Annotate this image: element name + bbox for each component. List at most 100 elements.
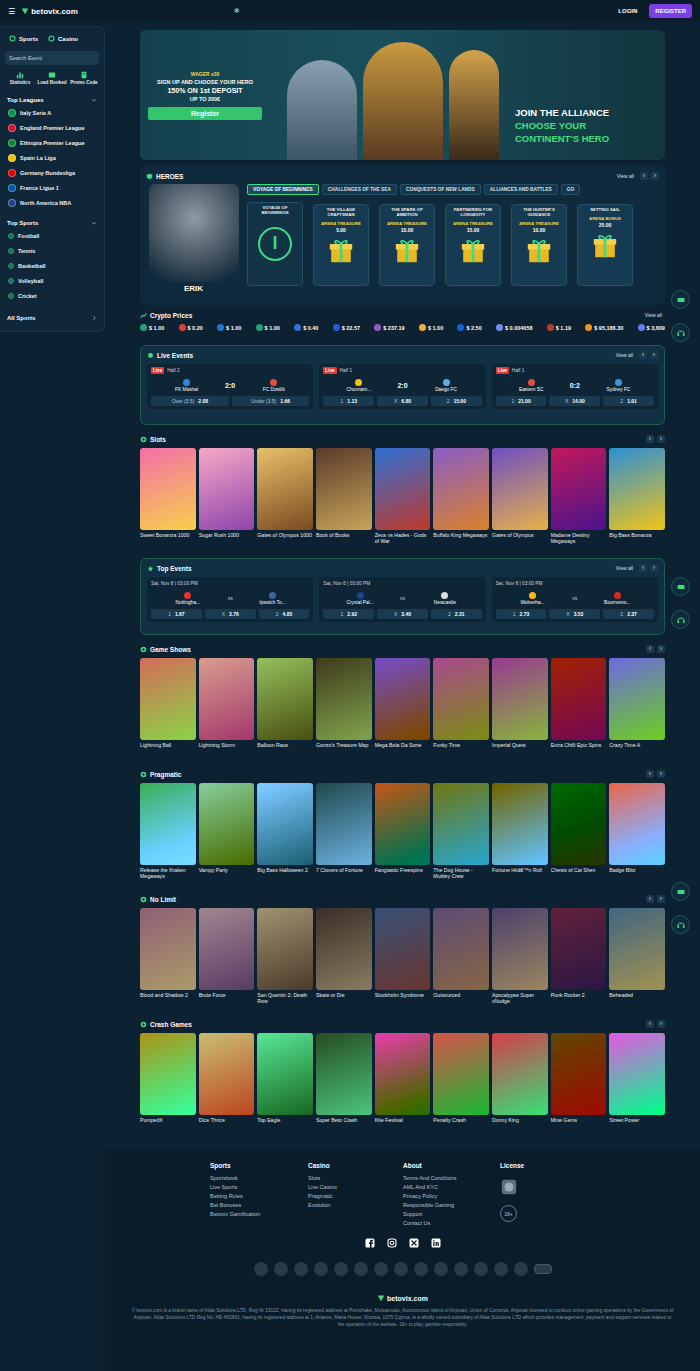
register-button[interactable]: REGISTER bbox=[649, 4, 692, 18]
logo[interactable]: betovix.com bbox=[21, 7, 78, 16]
game-tile[interactable]: Stockholm Syndrome bbox=[375, 908, 431, 1004]
odds-button[interactable]: 24.85 bbox=[259, 609, 310, 619]
game-tile[interactable]: Sugar Rush 1000 bbox=[199, 448, 255, 544]
hero-tab[interactable]: VOYAGE OF BEGINNINGS bbox=[247, 184, 319, 195]
game-tile[interactable]: Release the Kraken Megaways bbox=[140, 783, 196, 879]
odds-button[interactable]: 21.01 bbox=[603, 396, 654, 406]
league-item[interactable]: England Premier League bbox=[5, 120, 99, 135]
coin-price[interactable]: $ 3,609 bbox=[638, 324, 665, 331]
hero-tab[interactable]: CONQUESTS OF NEW LANDS bbox=[400, 184, 481, 195]
odds-button[interactable]: X14.00 bbox=[549, 396, 600, 406]
game-tile[interactable]: Book of Books bbox=[316, 448, 372, 544]
support-button[interactable] bbox=[671, 323, 690, 342]
game-tile[interactable]: 7 Clovers of Fortune bbox=[316, 783, 372, 879]
game-tile[interactable]: Skate or Die bbox=[316, 908, 372, 1004]
footer-link[interactable]: Contact Us bbox=[403, 1220, 500, 1226]
event-card[interactable]: LiveHalf 2FK Mashal2:0FC DostlikOver (3.… bbox=[147, 364, 313, 409]
instagram-icon[interactable] bbox=[387, 1238, 397, 1248]
odds-button[interactable]: X3.40 bbox=[377, 609, 428, 619]
odds-button[interactable]: 22.37 bbox=[603, 609, 654, 619]
game-tile[interactable]: Penalty Crash bbox=[433, 1033, 489, 1123]
toggle-icon[interactable] bbox=[534, 1264, 552, 1274]
league-item[interactable]: France Ligue 1 bbox=[5, 180, 99, 195]
odds-button[interactable]: X3.53 bbox=[549, 609, 600, 619]
carousel-arrow[interactable]: › bbox=[657, 435, 665, 443]
game-tile[interactable]: Outsourced bbox=[433, 908, 489, 1004]
game-tile[interactable]: Kite Festival bbox=[375, 1033, 431, 1123]
carousel-arrow[interactable]: ‹ bbox=[646, 645, 654, 653]
footer-link[interactable]: Pragmatic bbox=[308, 1193, 403, 1199]
quest-card[interactable]: PARTNERING FOR LONGEVITYARENA TREASURE15… bbox=[445, 204, 501, 286]
quest-card[interactable]: THE HUNTER'S GUIDANCEARENA TREASURE10.00 bbox=[511, 204, 567, 286]
carousel-arrow[interactable]: ‹ bbox=[640, 172, 648, 180]
hero-portrait[interactable]: ERIK bbox=[146, 184, 241, 293]
odds-button[interactable]: 121.00 bbox=[496, 396, 547, 406]
coin-price[interactable]: $ 0.40 bbox=[294, 324, 318, 331]
coin-price[interactable]: $ 0.004058 bbox=[496, 324, 533, 331]
sport-item[interactable]: Basketball bbox=[5, 258, 99, 273]
coin-price[interactable]: $ 22.57 bbox=[333, 324, 360, 331]
game-tile[interactable]: Fortune Hitâ€™n Roll bbox=[492, 783, 548, 879]
top-sports-header[interactable]: Top Sports bbox=[5, 218, 99, 228]
odds-button[interactable]: 12.73 bbox=[496, 609, 547, 619]
league-item[interactable]: North America NBA bbox=[5, 195, 99, 210]
betslip-button[interactable] bbox=[671, 290, 690, 309]
sport-item[interactable]: Tennis bbox=[5, 243, 99, 258]
game-tile[interactable]: Badge Blitz bbox=[609, 783, 665, 879]
game-tile[interactable]: The Dog House - Muttley Crew bbox=[433, 783, 489, 879]
game-tile[interactable]: Balloon Race bbox=[257, 658, 313, 748]
carousel-arrow[interactable]: › bbox=[657, 770, 665, 778]
footer-link[interactable]: Betting Rules bbox=[210, 1193, 308, 1199]
support-button[interactable] bbox=[671, 915, 690, 934]
odds-button[interactable]: Under (3.5)1.66 bbox=[232, 396, 310, 406]
game-tile[interactable]: Buffalo King Megaways bbox=[433, 448, 489, 544]
odds-button[interactable]: 22.31 bbox=[431, 609, 482, 619]
game-tile[interactable]: PumpedX bbox=[140, 1033, 196, 1123]
event-card[interactable]: Sat, Nov 8 | 03:00 PMCrystal Pal...vsNew… bbox=[319, 577, 485, 622]
quest-card[interactable]: VOYAGE OF BEGINNINGSI bbox=[247, 202, 303, 286]
hero-tab[interactable]: ALLIANCES AND BATTLES bbox=[484, 184, 558, 195]
shortcut-button[interactable]: Statistics bbox=[5, 71, 35, 85]
support-button[interactable] bbox=[671, 610, 690, 629]
sport-item[interactable]: Volleyball bbox=[5, 273, 99, 288]
carousel-arrow[interactable]: › bbox=[650, 351, 658, 359]
game-tile[interactable]: Sweet Bonanza 1000 bbox=[140, 448, 196, 544]
coin-price[interactable]: $ 2.50 bbox=[457, 324, 481, 331]
license-badge-icon[interactable] bbox=[500, 1178, 518, 1196]
carousel-arrow[interactable]: › bbox=[651, 172, 659, 180]
game-tile[interactable]: Chests of Cai Shen bbox=[551, 783, 607, 879]
game-tile[interactable]: Big Bass Bonanza bbox=[609, 448, 665, 544]
x-icon[interactable] bbox=[409, 1238, 419, 1248]
betslip-button[interactable] bbox=[671, 882, 690, 901]
footer-link[interactable]: Responsible Gaming bbox=[403, 1202, 500, 1208]
odds-button[interactable]: Over (3.5)2.08 bbox=[151, 396, 229, 406]
coin-price[interactable]: $ 237.19 bbox=[374, 324, 404, 331]
sidebar-tab[interactable]: Sports bbox=[9, 35, 38, 42]
game-tile[interactable]: Madame Destiny Megaways bbox=[551, 448, 607, 544]
footer-link[interactable]: Terms And Conditions bbox=[403, 1175, 500, 1181]
carousel-arrow[interactable]: › bbox=[650, 564, 658, 572]
game-tile[interactable]: Mega Bola Da Sorte bbox=[375, 658, 431, 748]
coin-price[interactable]: $ 1.00 bbox=[419, 324, 443, 331]
top-leagues-header[interactable]: Top Leagues bbox=[5, 95, 99, 105]
quest-card[interactable]: THE VILLAGE CRAFTSMANARENA TREASURE5.00 bbox=[313, 204, 369, 286]
coin-price[interactable]: $ 95,186.30 bbox=[585, 324, 623, 331]
footer-link[interactable]: Evolution bbox=[308, 1202, 403, 1208]
league-item[interactable]: Italy Serie A bbox=[5, 105, 99, 120]
shortcut-button[interactable]: Promo Code bbox=[69, 71, 99, 85]
quest-card[interactable]: SETTING SAILARENA BONUS25.00 bbox=[577, 204, 633, 286]
view-all-link[interactable]: View all bbox=[645, 312, 662, 318]
footer-link[interactable]: Live Sports bbox=[210, 1184, 308, 1190]
game-tile[interactable]: Dice Thrice bbox=[199, 1033, 255, 1123]
carousel-arrow[interactable]: ‹ bbox=[646, 770, 654, 778]
facebook-icon[interactable] bbox=[365, 1238, 375, 1248]
odds-button[interactable]: X3.76 bbox=[205, 609, 256, 619]
footer-logo[interactable]: betovix.com bbox=[377, 1294, 428, 1302]
odds-button[interactable]: 12.92 bbox=[323, 609, 374, 619]
all-sports-link[interactable]: All Sports bbox=[5, 313, 99, 323]
carousel-arrow[interactable]: › bbox=[657, 895, 665, 903]
quest-card[interactable]: THE SPARK OF AMBITIONARENA TREASURE10.00 bbox=[379, 204, 435, 286]
game-tile[interactable]: Top Eagle bbox=[257, 1033, 313, 1123]
footer-link[interactable]: Support bbox=[403, 1211, 500, 1217]
betslip-button[interactable] bbox=[671, 577, 690, 596]
